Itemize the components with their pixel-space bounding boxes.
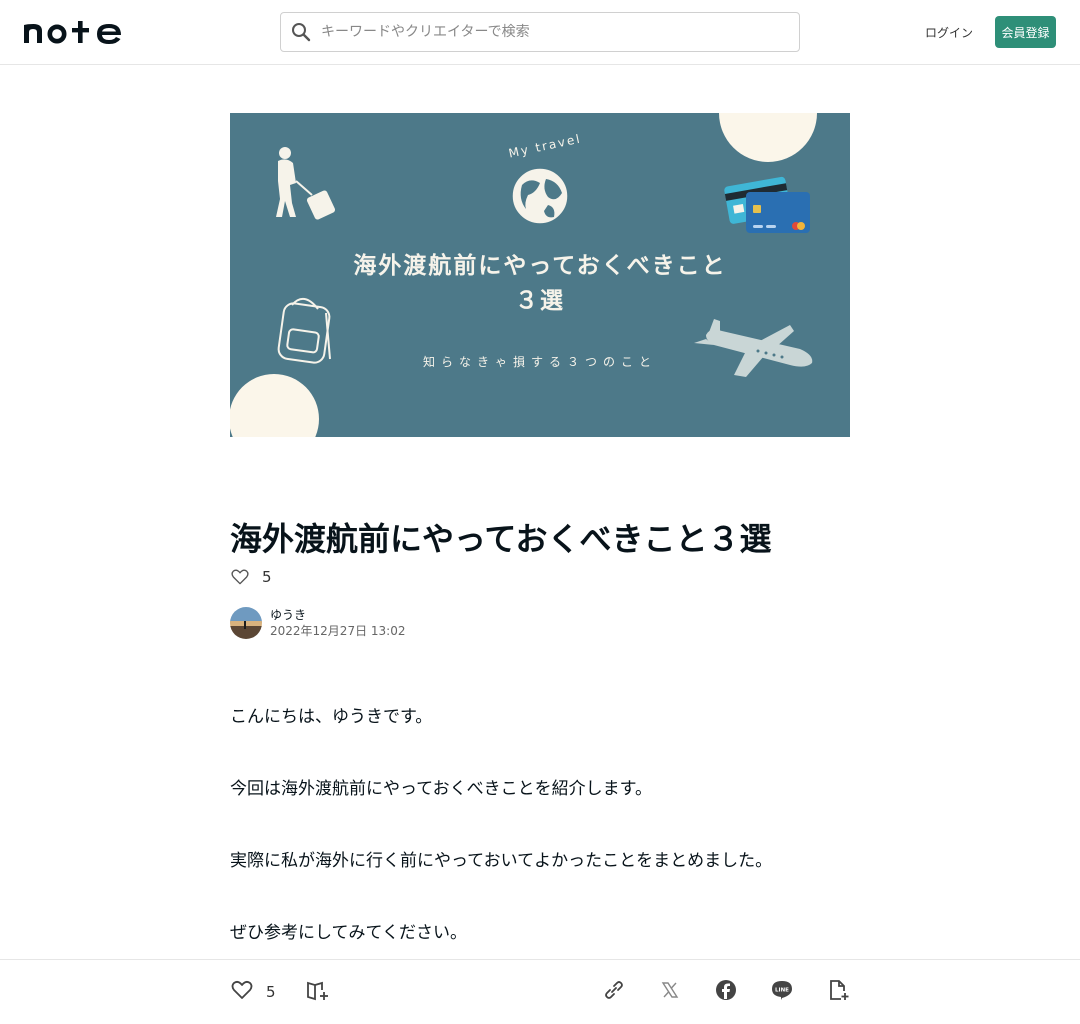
site-header: ログイン 会員登録 [0, 0, 1080, 65]
body-paragraph: こんにちは、ゆうきです。 [230, 707, 433, 727]
eyecatch-image: My travel 海外渡航前にやっておくべきこと ３選 知らなきゃ損する３つの… [230, 113, 850, 437]
link-icon [602, 978, 626, 1006]
facebook-icon [714, 978, 738, 1006]
heart-icon [230, 978, 254, 1006]
note-add-icon [826, 978, 850, 1006]
share-line-button[interactable]: LINE [770, 980, 794, 1004]
login-link[interactable]: ログイン [920, 20, 978, 44]
hero-title-line1: 海外渡航前にやっておくべきこと [353, 253, 727, 279]
note-logo-icon [24, 21, 121, 44]
like-count[interactable]: 5 [262, 568, 272, 586]
search-icon [291, 22, 311, 42]
author-name[interactable]: ゆうき [270, 607, 405, 623]
magazine-add-icon [306, 978, 330, 1006]
add-note-button[interactable] [826, 980, 850, 1004]
add-to-magazine-button[interactable] [306, 980, 330, 1004]
avatar[interactable] [230, 607, 262, 639]
search-input[interactable] [321, 13, 799, 51]
article-title: 海外渡航前にやっておくべきこと３選 [230, 520, 772, 558]
body-paragraph: 実際に私が海外に行く前にやっておいてよかったことをまとめました。 [230, 851, 773, 871]
like-count: 5 [266, 983, 276, 1001]
hero-subtitle: 知らなきゃ損する３つのこと [422, 355, 657, 369]
svg-text:LINE: LINE [775, 988, 789, 994]
copy-link-button[interactable] [602, 980, 626, 1004]
publish-date: 2022年12月27日 13:02 [270, 624, 406, 638]
body-paragraph: ぜひ参考にしてみてください。 [230, 923, 467, 943]
note-logo[interactable] [24, 19, 124, 45]
x-icon [658, 978, 682, 1006]
like-button[interactable]: 5 [230, 980, 276, 1004]
share-facebook-button[interactable] [714, 980, 738, 1004]
bottom-action-bar: 5 LINE [0, 959, 1080, 1024]
like-summary: 5 [230, 566, 272, 588]
line-icon: LINE [770, 978, 794, 1006]
body-paragraph: 今回は海外渡航前にやっておくべきことを紹介します。 [230, 779, 652, 799]
signup-button[interactable]: 会員登録 [995, 16, 1056, 48]
search-box[interactable] [280, 12, 800, 52]
share-x-button[interactable] [658, 980, 682, 1004]
hero-title-line2: ３選 [515, 288, 565, 314]
heart-icon[interactable] [230, 567, 250, 587]
author-info: ゆうき 2022年12月27日 13:02 [230, 607, 405, 639]
